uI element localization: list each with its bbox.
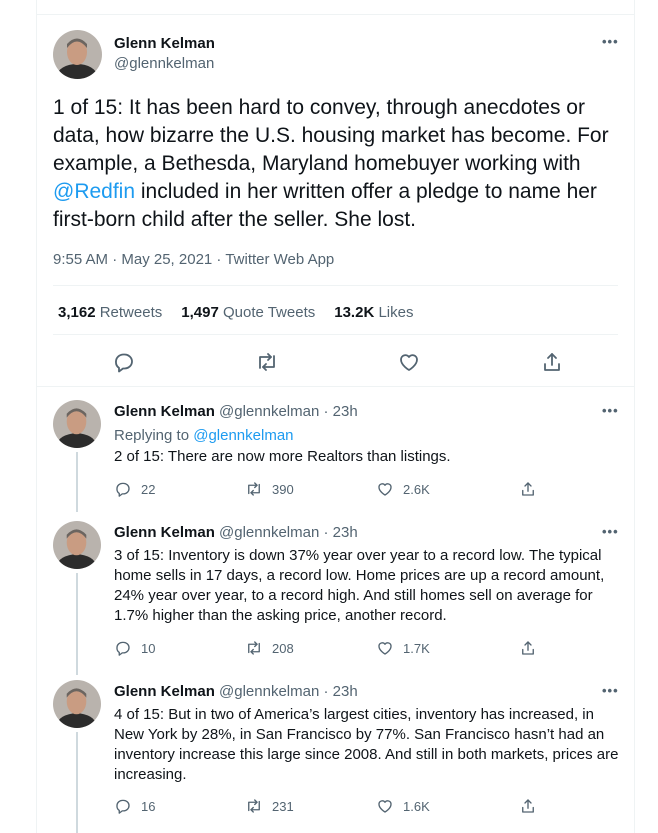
author-handle[interactable]: @glennkelman [114, 55, 214, 72]
more-options-button[interactable]: ••• [602, 34, 619, 49]
author-avatar[interactable] [53, 30, 102, 79]
reply-icon [116, 799, 130, 814]
tweet-text-part: 1 of 15: It has been hard to convey, thr… [53, 96, 609, 175]
retweet-count: 390 [272, 481, 294, 497]
retweet-button[interactable] [255, 350, 279, 379]
reply-header: Glenn Kelman @glennkelman · 23h [114, 403, 358, 420]
quotes-count: 1,497 [181, 304, 219, 321]
tweet-actions [112, 350, 564, 379]
likes-count: 13.2K [334, 304, 375, 321]
tweet-stats: 3,162 Retweets 1,497 Quote Tweets 13.2K … [58, 304, 413, 321]
like-icon [378, 483, 392, 496]
reply-text: 4 of 15: But in two of America’s largest… [114, 706, 619, 783]
retweet-button[interactable]: 231 [245, 797, 294, 815]
retweets-label: Retweets [99, 304, 163, 321]
mention-link[interactable]: @Redfin [53, 180, 135, 203]
like-button[interactable]: 1.7K [376, 639, 430, 657]
retweet-icon [248, 641, 260, 655]
reply-handle-time[interactable]: @glennkelman · 23h [219, 403, 358, 420]
reply-actions: 10 208 1.7K [114, 639, 554, 657]
thread-connector [76, 573, 78, 675]
like-button[interactable]: 1.6K [376, 797, 430, 815]
reply-actions: 16 231 1.6K [114, 797, 554, 815]
share-icon [522, 799, 534, 813]
retweets-stat[interactable]: 3,162 Retweets [58, 304, 162, 321]
reply-avatar[interactable] [53, 521, 101, 569]
share-icon [522, 482, 534, 496]
reply-handle-time[interactable]: @glennkelman · 23h [219, 683, 358, 700]
like-icon [378, 642, 392, 655]
reply-handle-time[interactable]: @glennkelman · 23h [219, 524, 358, 541]
reply-actions: 22 390 2.6K [114, 480, 554, 498]
reply-avatar[interactable] [53, 680, 101, 728]
reply-header: Glenn Kelman @glennkelman · 23h [114, 683, 358, 700]
reply-count: 16 [141, 798, 156, 814]
reply-icon [115, 353, 133, 373]
reply-author-name[interactable]: Glenn Kelman [114, 683, 215, 700]
replying-to: Replying to @glennkelman [114, 427, 294, 444]
retweet-button[interactable]: 208 [245, 639, 294, 657]
retweets-count: 3,162 [58, 304, 96, 321]
more-options-button[interactable]: ••• [602, 403, 619, 418]
reply-count: 22 [141, 481, 156, 497]
more-options-button[interactable]: ••• [602, 683, 619, 698]
replying-prefix: Replying to [114, 427, 194, 444]
more-options-button[interactable]: ••• [602, 524, 619, 539]
share-button[interactable] [519, 480, 537, 498]
reply-button[interactable]: 22 [114, 480, 155, 498]
reply-icon [116, 482, 130, 497]
divider [37, 386, 634, 387]
divider [53, 334, 618, 335]
tweet-text-part: included in her written offer a pledge t… [53, 180, 597, 231]
reply-text: 2 of 15: There are now more Realtors tha… [114, 448, 451, 465]
share-icon [522, 641, 534, 655]
share-icon [544, 353, 560, 371]
thread-connector [76, 452, 78, 512]
retweet-icon [248, 482, 260, 496]
like-icon [378, 800, 392, 813]
reply-header: Glenn Kelman @glennkelman · 23h [114, 524, 358, 541]
like-icon [400, 354, 419, 371]
reply-count: 10 [141, 640, 156, 656]
reply-button[interactable] [112, 350, 136, 379]
retweet-button[interactable]: 390 [245, 480, 294, 498]
likes-label: Likes [378, 304, 414, 321]
retweet-icon [248, 799, 260, 813]
reply-button[interactable]: 16 [114, 797, 155, 815]
retweet-count: 208 [272, 640, 294, 656]
reply-author-name[interactable]: Glenn Kelman [114, 524, 215, 541]
divider [53, 285, 618, 286]
likes-stat[interactable]: 13.2K Likes [334, 304, 413, 321]
timeline-column: Glenn Kelman @glennkelman ••• 1 of 15: I… [36, 0, 635, 833]
retweet-icon [258, 353, 275, 371]
like-count: 1.7K [403, 640, 430, 656]
like-button[interactable] [397, 350, 421, 379]
reply-icon [116, 641, 130, 656]
thread-connector [76, 732, 78, 833]
like-count: 1.6K [403, 798, 430, 814]
replying-to-link[interactable]: @glennkelman [193, 427, 293, 444]
quote-tweets-stat[interactable]: 1,497 Quote Tweets [181, 304, 315, 321]
author-name[interactable]: Glenn Kelman [114, 35, 215, 52]
reply-avatar[interactable] [53, 400, 101, 448]
retweet-count: 231 [272, 798, 294, 814]
share-button[interactable] [519, 797, 537, 815]
share-button[interactable] [540, 350, 564, 379]
reply-author-name[interactable]: Glenn Kelman [114, 403, 215, 420]
like-count: 2.6K [403, 481, 430, 497]
tweet-text: 1 of 15: It has been hard to convey, thr… [53, 94, 628, 234]
quotes-label: Quote Tweets [222, 304, 316, 321]
tweet-timestamp[interactable]: 9:55 AM · May 25, 2021 · Twitter Web App [53, 251, 334, 268]
share-button[interactable] [519, 639, 537, 657]
like-button[interactable]: 2.6K [376, 480, 430, 498]
divider [37, 14, 634, 15]
reply-text: 3 of 15: Inventory is down 37% year over… [114, 547, 605, 624]
reply-button[interactable]: 10 [114, 639, 155, 657]
